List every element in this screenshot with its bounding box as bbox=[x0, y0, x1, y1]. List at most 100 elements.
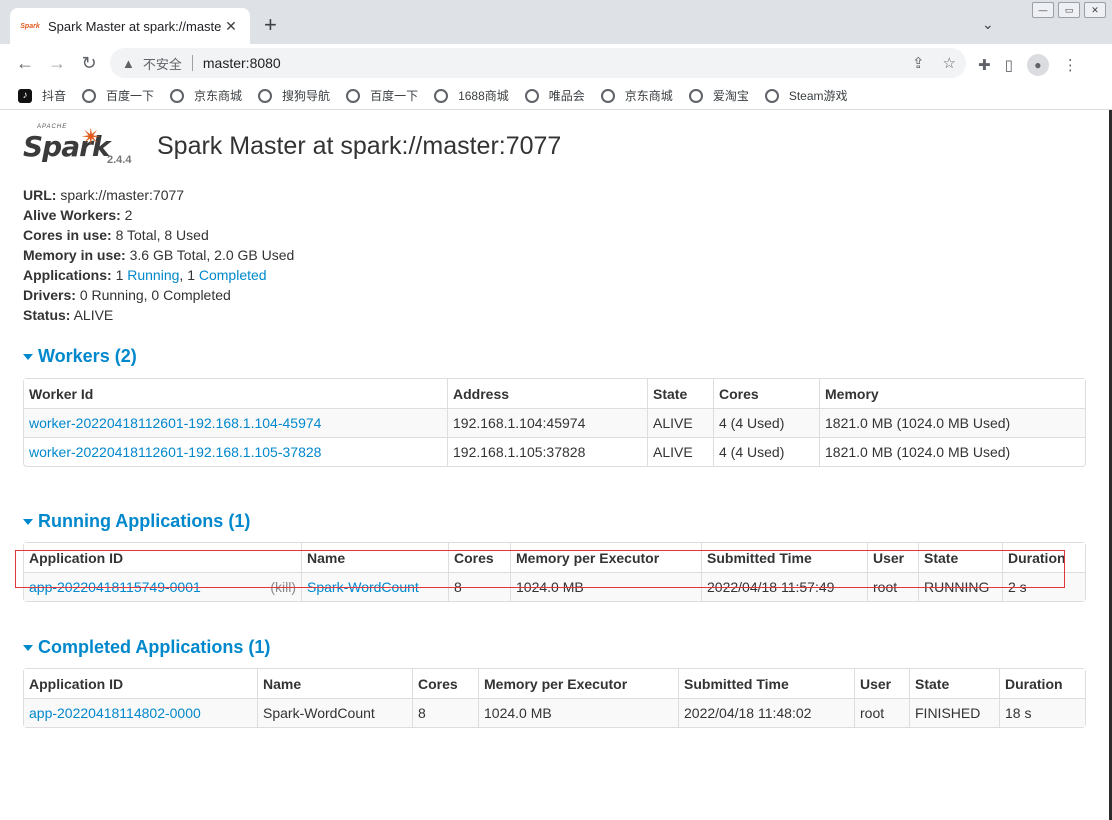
page-header: APACHE Spark ✴ 2.4.4 Spark Master at spa… bbox=[23, 110, 1087, 186]
warning-triangle-icon[interactable]: ▲ bbox=[122, 56, 135, 71]
apps-separator: , bbox=[179, 267, 184, 283]
column-header[interactable]: Address bbox=[447, 379, 647, 408]
bookmark-item[interactable]: 百度一下 bbox=[82, 87, 154, 104]
bookmark-item[interactable]: Steam游戏 bbox=[764, 87, 848, 104]
window-controls: — ▭ ✕ bbox=[1032, 2, 1106, 18]
workers-table: Worker Id Address State Cores Memory wor… bbox=[23, 378, 1086, 467]
running-count: 1 bbox=[115, 267, 124, 283]
bookmark-label: 搜狗导航 bbox=[282, 89, 331, 103]
url-text[interactable]: master:8080 bbox=[203, 55, 281, 71]
column-header[interactable]: State bbox=[909, 669, 999, 698]
bookmark-item[interactable]: 1688商城 bbox=[434, 87, 509, 104]
summary-label: Alive Workers: bbox=[23, 207, 121, 223]
maximize-button[interactable]: ▭ bbox=[1058, 2, 1080, 18]
worker-link[interactable]: worker-20220418112601-192.168.1.105-3782… bbox=[29, 444, 321, 460]
column-header[interactable]: User bbox=[854, 669, 909, 698]
bookmark-item[interactable]: 百度一下 bbox=[346, 87, 418, 104]
master-summary: URL: spark://master:7077 Alive Workers: … bbox=[23, 185, 1087, 325]
kill-app-link[interactable]: (kill) bbox=[270, 579, 296, 595]
table-header-row: Application ID Name Cores Memory per Exe… bbox=[24, 669, 1085, 698]
column-header[interactable]: Application ID bbox=[24, 543, 301, 572]
table-cell: 2 s bbox=[1002, 572, 1085, 601]
browser-tab[interactable]: Spark Spark Master at spark://master:707… bbox=[10, 8, 250, 44]
summary-value: 2 bbox=[124, 207, 133, 223]
bookmark-item[interactable]: 搜狗导航 bbox=[258, 87, 330, 104]
bookmark-item[interactable]: 京东商城 bbox=[170, 87, 242, 104]
bookmark-label: 爱淘宝 bbox=[712, 89, 749, 103]
completed-apps-section-toggle[interactable]: Completed Applications (1) bbox=[23, 634, 1087, 660]
bookmark-label: 唯品会 bbox=[548, 89, 585, 103]
more-menu-icon[interactable]: ⋮ bbox=[1063, 56, 1078, 74]
column-header[interactable]: Cores bbox=[713, 379, 819, 408]
close-window-button[interactable]: ✕ bbox=[1084, 2, 1106, 18]
table-cell: root bbox=[854, 698, 909, 727]
column-header[interactable]: State bbox=[647, 379, 713, 408]
column-header[interactable]: Memory per Executor bbox=[510, 543, 701, 572]
column-header[interactable]: Memory per Executor bbox=[478, 669, 678, 698]
table-cell: 1024.0 MB bbox=[510, 572, 701, 601]
address-bar[interactable]: ▲ 不安全 master:8080 ⇪ ☆ bbox=[110, 48, 966, 78]
table-cell: 1821.0 MB (1024.0 MB Used) bbox=[819, 437, 1085, 466]
bookmark-label: Steam游戏 bbox=[788, 89, 848, 103]
share-icon[interactable]: ⇪ bbox=[912, 54, 925, 72]
globe-icon bbox=[170, 88, 185, 103]
tiktok-icon: ♪ bbox=[18, 88, 32, 103]
bookmark-item[interactable]: ♪ 抖音 bbox=[18, 87, 66, 104]
application-link[interactable]: app-20220418115749-0001 bbox=[29, 579, 201, 595]
table-header-row: Application ID Name Cores Memory per Exe… bbox=[24, 543, 1085, 572]
page-content: APACHE Spark ✴ 2.4.4 Spark Master at spa… bbox=[23, 110, 1087, 728]
table-cell: root bbox=[867, 572, 918, 601]
table-cell: 192.168.1.105:37828 bbox=[447, 437, 647, 466]
running-apps-link[interactable]: Running bbox=[127, 267, 179, 283]
workers-section-toggle[interactable]: Workers (2) bbox=[23, 343, 1087, 369]
column-header[interactable]: Cores bbox=[412, 669, 478, 698]
summary-drivers: Drivers: 0 Running, 0 Completed bbox=[23, 285, 1087, 305]
tab-search-chevron-icon[interactable]: ⌄ bbox=[982, 16, 994, 33]
completed-apps-link[interactable]: Completed bbox=[199, 267, 267, 283]
bookmark-item[interactable]: 京东商城 bbox=[600, 87, 673, 104]
insecure-label[interactable]: 不安全 bbox=[143, 54, 182, 73]
bookmark-item[interactable]: 唯品会 bbox=[524, 87, 585, 104]
table-cell: 8 bbox=[412, 698, 478, 727]
forward-arrow-icon[interactable]: → bbox=[46, 52, 68, 74]
summary-value: 0 Running, 0 Completed bbox=[79, 287, 231, 303]
extensions-puzzle-icon[interactable]: ✚ bbox=[978, 56, 991, 74]
spark-star-icon: ✴ bbox=[81, 124, 102, 151]
column-header[interactable]: Submitted Time bbox=[678, 669, 854, 698]
column-header[interactable]: Memory bbox=[819, 379, 1085, 408]
summary-value: 8 Total, 8 Used bbox=[115, 227, 209, 243]
table-row: app-20220418115749-0001 (kill) Spark-Wor… bbox=[24, 572, 1085, 601]
worker-link[interactable]: worker-20220418112601-192.168.1.104-4597… bbox=[29, 415, 321, 431]
column-header[interactable]: Name bbox=[301, 543, 448, 572]
column-header[interactable]: User bbox=[867, 543, 918, 572]
profile-avatar-icon[interactable]: ● bbox=[1026, 54, 1049, 76]
column-header[interactable]: Name bbox=[257, 669, 412, 698]
omnibox-divider bbox=[191, 55, 193, 71]
column-header[interactable]: Application ID bbox=[24, 669, 257, 698]
running-apps-section-title: Running Applications (1) bbox=[38, 511, 251, 531]
side-panel-icon[interactable]: ▯ bbox=[1005, 56, 1013, 74]
table-cell: 192.168.1.104:45974 bbox=[447, 408, 647, 437]
app-name-link[interactable]: Spark-WordCount bbox=[307, 579, 419, 595]
column-header[interactable]: State bbox=[918, 543, 1002, 572]
column-header[interactable]: Duration bbox=[1002, 543, 1085, 572]
summary-value: ALIVE bbox=[73, 307, 114, 323]
summary-label: Status: bbox=[23, 307, 71, 323]
running-apps-section-toggle[interactable]: Running Applications (1) bbox=[23, 508, 1087, 534]
toolbar-icons: ✚ ▯ ● ⋮ bbox=[978, 54, 1078, 76]
spark-logo[interactable]: APACHE Spark ✴ 2.4.4 bbox=[23, 124, 133, 174]
back-arrow-icon[interactable]: ← bbox=[14, 52, 36, 74]
application-link[interactable]: app-20220418114802-0000 bbox=[29, 705, 201, 721]
bookmark-item[interactable]: 爱淘宝 bbox=[688, 87, 749, 104]
column-header[interactable]: Duration bbox=[999, 669, 1085, 698]
close-tab-icon[interactable]: ✕ bbox=[222, 18, 240, 35]
minimize-button[interactable]: — bbox=[1032, 2, 1054, 18]
column-header[interactable]: Worker Id bbox=[24, 379, 447, 408]
new-tab-button[interactable]: + bbox=[264, 14, 277, 36]
table-cell: FINISHED bbox=[909, 698, 999, 727]
column-header[interactable]: Cores bbox=[448, 543, 510, 572]
column-header[interactable]: Submitted Time bbox=[701, 543, 867, 572]
reload-icon[interactable]: ↻ bbox=[78, 52, 100, 74]
bookmark-star-icon[interactable]: ☆ bbox=[943, 54, 956, 72]
summary-label: Cores in use: bbox=[23, 227, 112, 243]
